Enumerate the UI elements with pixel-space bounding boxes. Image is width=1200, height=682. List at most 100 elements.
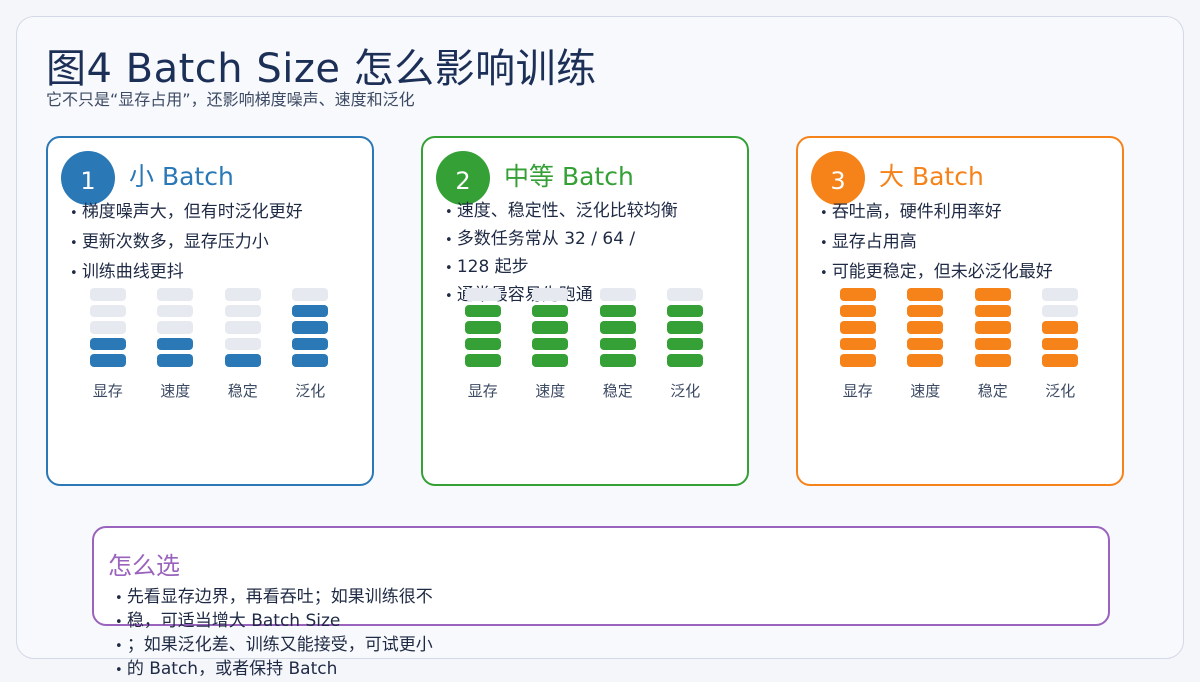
bar-segment-filled <box>157 337 194 350</box>
bar-category-label: 泛化 <box>670 381 701 400</box>
bar-segment-filled <box>1042 337 1079 350</box>
metric-bar: 速度 <box>517 288 585 401</box>
bar-segment-filled <box>974 288 1011 301</box>
card-title: 大 Batch <box>879 162 984 191</box>
bar-category-label: 速度 <box>910 381 941 400</box>
bar-segment-filled <box>974 337 1011 350</box>
metric-bar: 速度 <box>892 288 960 401</box>
metric-bar: 泛化 <box>652 288 720 401</box>
bar-segment-stack <box>157 288 194 367</box>
bar-segment-filled <box>667 304 704 317</box>
card-small-batch: 1 小 Batch 梯度噪声大，但有时泛化更好 更新次数多，显存压力小 训练曲线… <box>46 136 374 486</box>
bar-segment-filled <box>667 354 704 367</box>
bar-segment-stack <box>907 288 944 367</box>
bar-segment-filled <box>292 304 329 317</box>
card-large-batch: 3 大 Batch 吞吐高，硬件利用率好 显存占用高 可能更稳定，但未必泛化最好… <box>796 136 1124 486</box>
bar-segment-stack <box>292 288 329 367</box>
bar-segment-empty <box>532 288 569 301</box>
bar-segment-filled <box>667 337 704 350</box>
bar-segment-filled <box>907 354 944 367</box>
bar-segment-filled <box>907 304 944 317</box>
bar-segment-filled <box>839 304 876 317</box>
card-bullet: 多数任务常从 32 / 64 / <box>445 226 735 254</box>
card-bullet: 吞吐高，硬件利用率好 <box>820 198 1110 228</box>
bar-segment-filled <box>599 337 636 350</box>
card-number-badge: 1 <box>61 151 115 205</box>
panel-bullet: 稳，可适当增大 Batch Size <box>115 610 433 634</box>
bar-segment-empty <box>464 288 501 301</box>
bar-segment-empty <box>599 288 636 301</box>
card-bullet: 显存占用高 <box>820 228 1110 258</box>
bar-category-label: 显存 <box>467 381 498 400</box>
bar-segment-filled <box>907 337 944 350</box>
bar-category-label: 泛化 <box>295 381 326 400</box>
bar-segment-filled <box>292 321 329 334</box>
panel-bullet: 先看显存边界，再看吞吐；如果训练很不 <box>115 586 433 610</box>
bar-segment-stack <box>532 288 569 367</box>
bar-segment-filled <box>974 321 1011 334</box>
metric-bar: 速度 <box>142 288 210 401</box>
card-bullet: 128 起步 <box>445 254 735 282</box>
bar-category-label: 显存 <box>842 381 873 400</box>
bar-segment-stack <box>89 288 126 367</box>
bar-category-label: 稳定 <box>227 381 258 400</box>
bar-segment-filled <box>1042 321 1079 334</box>
bar-segment-empty <box>157 321 194 334</box>
card-bullet: 可能更稳定，但未必泛化最好 <box>820 258 1110 288</box>
bar-segment-empty <box>89 321 126 334</box>
bar-segment-filled <box>974 304 1011 317</box>
bar-segment-filled <box>839 288 876 301</box>
bar-category-label: 稳定 <box>977 381 1008 400</box>
bar-category-label: 显存 <box>92 381 123 400</box>
bar-segment-filled <box>599 304 636 317</box>
bar-segment-empty <box>89 288 126 301</box>
bar-segment-empty <box>292 288 329 301</box>
bar-category-label: 泛化 <box>1045 381 1076 400</box>
card-title: 小 Batch <box>129 162 234 191</box>
bar-segment-empty <box>224 288 261 301</box>
panel-bullet-list: 先看显存边界，再看吞吐；如果训练很不 稳，可适当增大 Batch Size ；如… <box>115 586 433 682</box>
metric-bar: 泛化 <box>277 288 345 401</box>
bar-segment-stack <box>839 288 876 367</box>
bar-segment-filled <box>599 354 636 367</box>
bar-segment-stack <box>667 288 704 367</box>
bar-category-label: 速度 <box>535 381 566 400</box>
metric-bar: 稳定 <box>584 288 652 401</box>
bar-segment-filled <box>464 321 501 334</box>
bar-segment-filled <box>464 337 501 350</box>
card-bullet: 训练曲线更抖 <box>70 258 360 288</box>
card-bullet: 梯度噪声大，但有时泛化更好 <box>70 198 360 228</box>
metric-bar: 显存 <box>449 288 517 401</box>
bar-segment-filled <box>224 354 261 367</box>
bar-segment-filled <box>974 354 1011 367</box>
card-bullet: 更新次数多，显存压力小 <box>70 228 360 258</box>
bar-category-label: 稳定 <box>602 381 633 400</box>
bar-segment-empty <box>224 337 261 350</box>
metric-bar: 显存 <box>824 288 892 401</box>
card-title: 中等 Batch <box>504 162 634 191</box>
metric-bar: 稳定 <box>209 288 277 401</box>
card-number-badge: 3 <box>811 151 865 205</box>
card-bullet: 速度、稳定性、泛化比较均衡 <box>445 198 735 226</box>
metric-bar-chart: 显存 速度 稳定 泛化 <box>74 288 344 401</box>
bar-segment-filled <box>89 354 126 367</box>
bar-segment-empty <box>157 304 194 317</box>
bar-segment-filled <box>532 321 569 334</box>
bar-segment-filled <box>292 354 329 367</box>
bar-segment-filled <box>599 321 636 334</box>
metric-bar: 稳定 <box>959 288 1027 401</box>
bar-segment-empty <box>1042 304 1079 317</box>
metric-bar: 显存 <box>74 288 142 401</box>
panel-bullet: ；如果泛化差、训练又能接受，可试更小 <box>115 634 433 658</box>
bar-segment-filled <box>464 354 501 367</box>
bar-segment-empty <box>157 288 194 301</box>
bar-segment-filled <box>532 304 569 317</box>
bar-segment-stack <box>1042 288 1079 367</box>
bar-segment-stack <box>464 288 501 367</box>
bar-segment-filled <box>907 288 944 301</box>
bar-segment-empty <box>224 304 261 317</box>
metric-bar-chart: 显存 速度 稳定 泛化 <box>449 288 719 401</box>
bar-segment-filled <box>532 354 569 367</box>
panel-title: 怎么选 <box>108 552 180 580</box>
bar-segment-filled <box>157 354 194 367</box>
